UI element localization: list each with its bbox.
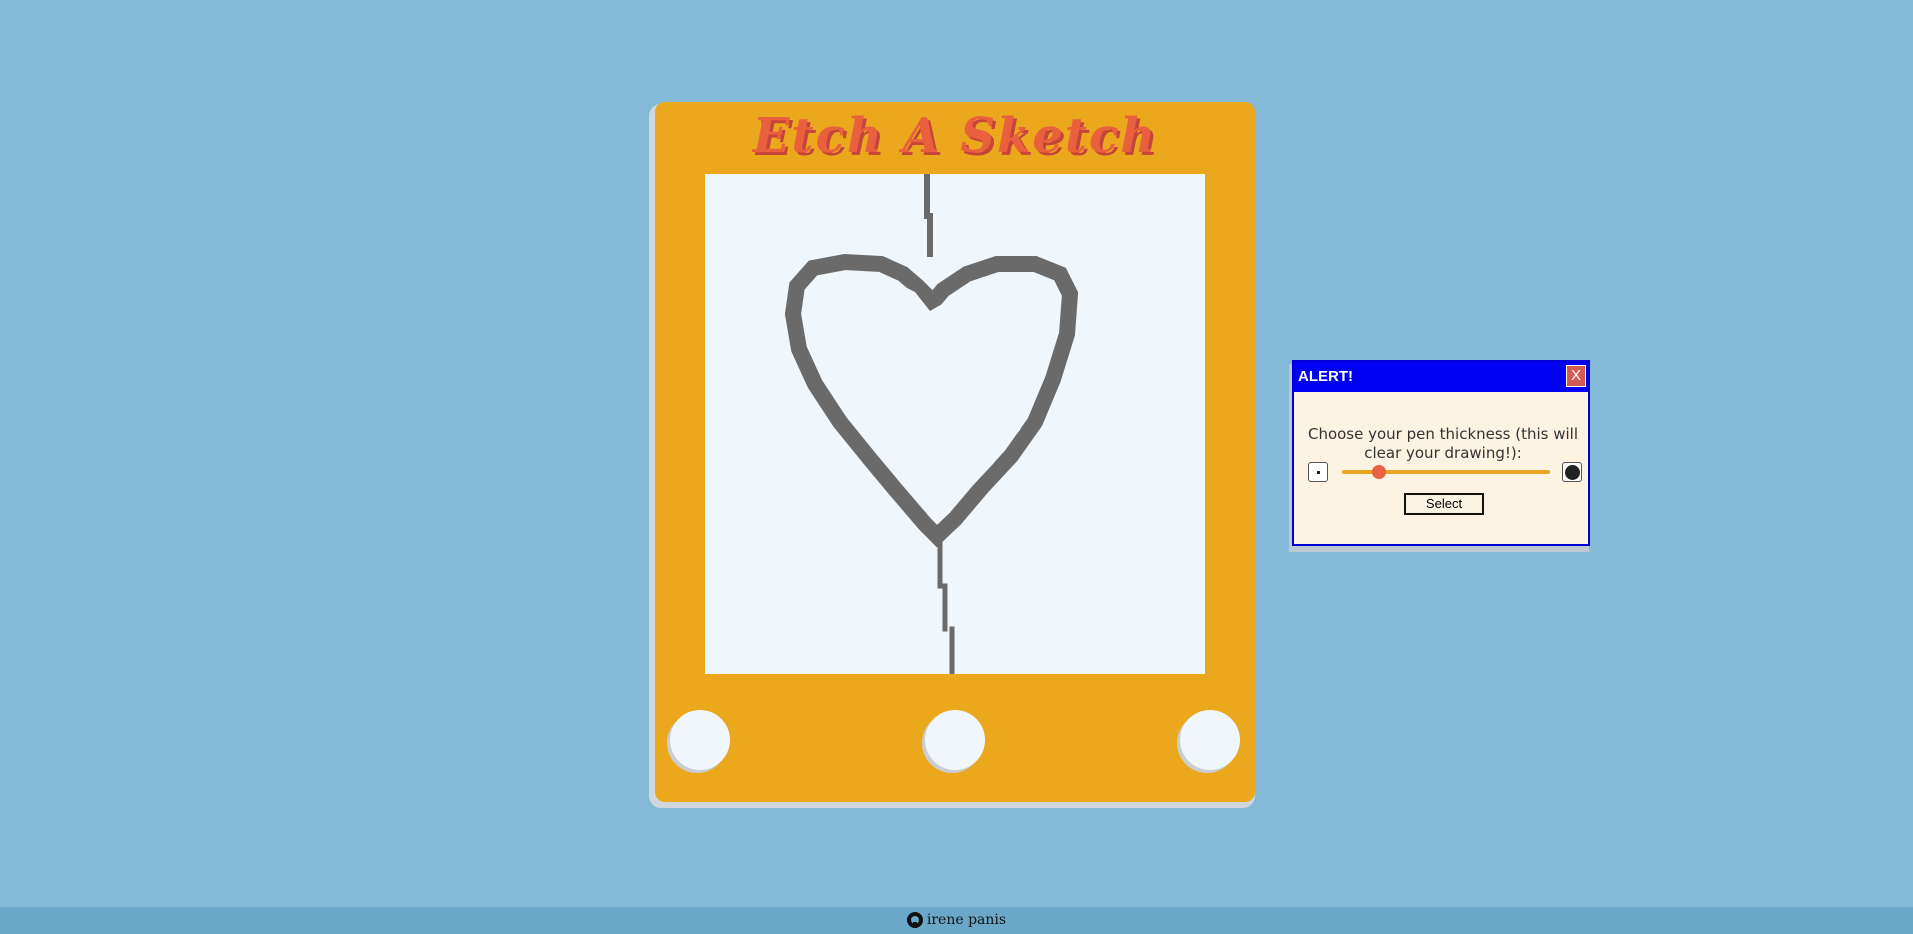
- dialog-header: ALERT! X: [1294, 362, 1588, 392]
- large-thickness-button[interactable]: [1562, 462, 1582, 482]
- left-knob[interactable]: [670, 710, 730, 770]
- slider-thumb[interactable]: [1372, 465, 1387, 479]
- dialog-title: ALERT!: [1298, 368, 1353, 385]
- close-button[interactable]: X: [1566, 365, 1586, 387]
- ink-stroke: [924, 174, 933, 257]
- footer-credit[interactable]: irene panis: [906, 912, 1007, 928]
- dialog-message-line-2: clear your drawing!):: [1364, 444, 1522, 462]
- github-icon: [906, 912, 923, 928]
- small-dot-icon: [1317, 471, 1320, 474]
- right-knob[interactable]: [1180, 710, 1240, 770]
- center-knob[interactable]: [925, 710, 985, 770]
- dialog-message-line-1: Choose your pen thickness (this will: [1307, 425, 1579, 443]
- drawing-canvas[interactable]: [705, 174, 1205, 674]
- etch-a-sketch-frame: Etch A Sketch: [655, 102, 1255, 802]
- large-dot-icon: [1565, 465, 1580, 480]
- heart-inner: [805, 276, 1055, 522]
- drawing-svg: [784, 174, 1079, 674]
- thickness-slider[interactable]: [1342, 465, 1550, 479]
- app-title: Etch A Sketch: [752, 108, 1158, 164]
- dialog-message: Choose your pen thickness (this will cle…: [1304, 425, 1582, 463]
- select-button[interactable]: Select: [1404, 493, 1484, 515]
- small-thickness-button[interactable]: [1308, 462, 1328, 482]
- ink-stroke: [937, 531, 955, 674]
- author-name: irene panis: [926, 912, 1007, 928]
- footer: irene panis: [0, 907, 1913, 934]
- alert-dialog: ALERT! X Choose your pen thickness (this…: [1292, 360, 1590, 546]
